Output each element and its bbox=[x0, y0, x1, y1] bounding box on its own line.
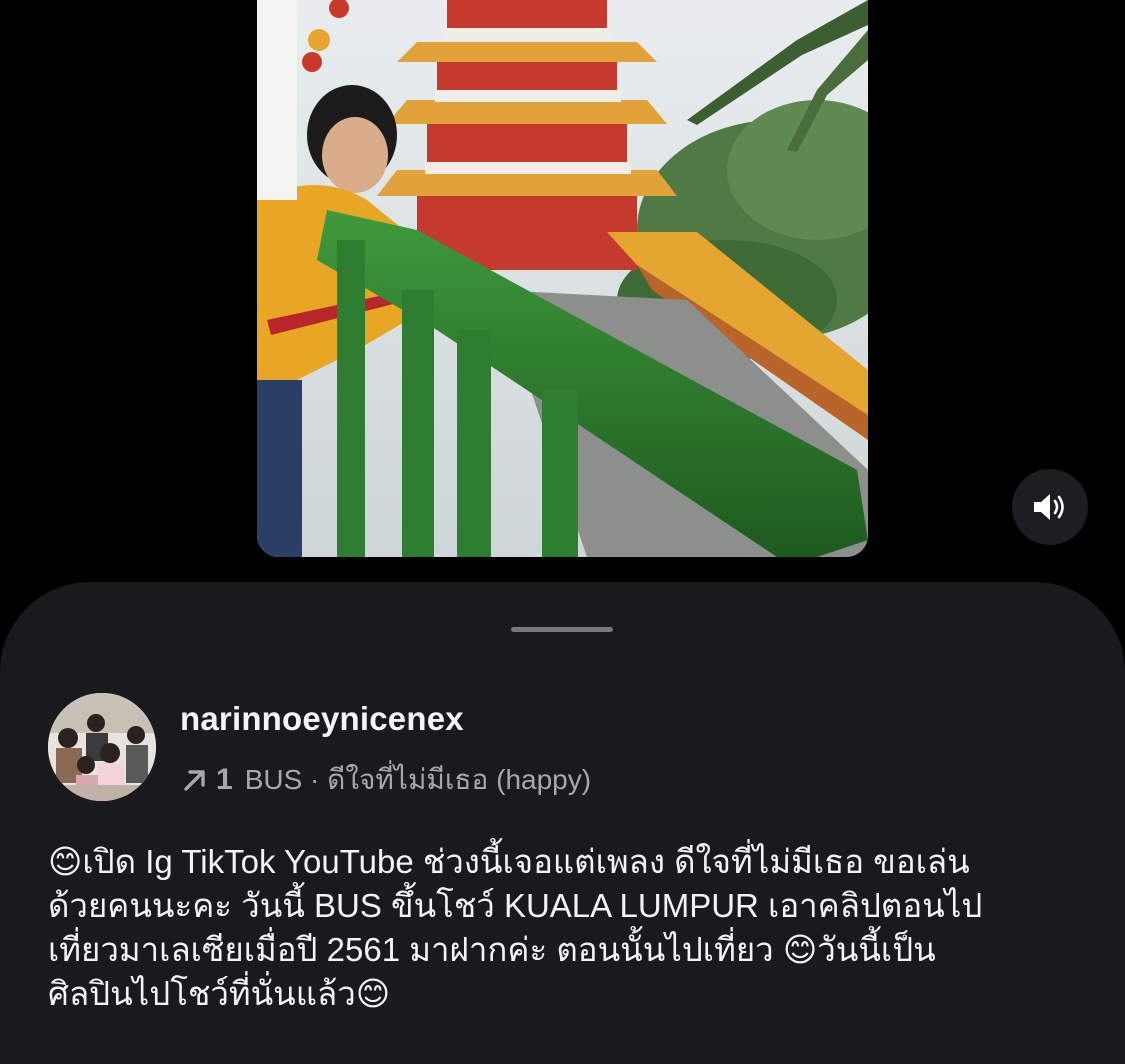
caption-line: เที่ยวมาเลเซียเมื่อปี 2561 มาฝากค่ะ ตอนน… bbox=[48, 931, 936, 968]
caption-line: 😊เปิด Ig TikTok YouTube ช่วงนี้เจอแต่เพล… bbox=[48, 843, 970, 880]
drag-handle[interactable] bbox=[511, 627, 613, 632]
post-details-sheet: narinnoeynicenex 1 BUS · ดีใจที่ไม่มีเธอ… bbox=[0, 582, 1125, 1064]
repost-count: 1 bbox=[216, 763, 233, 796]
video-frame bbox=[257, 0, 868, 557]
caption-line: ศิลปินไปโชว์ที่นั่นแล้ว😊 bbox=[48, 975, 391, 1012]
music-title: BUS · ดีใจที่ไม่มีเธอ (happy) bbox=[244, 764, 592, 795]
caption-line: ด้วยคนนะคะ วันนี้ BUS ขึ้นโชว์ KUALA LUM… bbox=[48, 887, 983, 924]
music-info[interactable]: 1 BUS · ดีใจที่ไม่มีเธอ (happy) bbox=[180, 758, 591, 802]
sound-toggle-button[interactable] bbox=[1012, 469, 1088, 545]
arrow-up-right-icon bbox=[184, 770, 205, 791]
reel-viewer: narinnoeynicenex 1 BUS · ดีใจที่ไม่มีเธอ… bbox=[0, 0, 1125, 1064]
speaker-icon bbox=[1034, 494, 1064, 520]
avatar-photo bbox=[48, 693, 156, 801]
post-caption: 😊เปิด Ig TikTok YouTube ช่วงนี้เจอแต่เพล… bbox=[48, 840, 1088, 1016]
username[interactable]: narinnoeynicenex bbox=[180, 700, 464, 738]
video-player[interactable] bbox=[257, 0, 868, 557]
avatar[interactable] bbox=[48, 693, 156, 801]
